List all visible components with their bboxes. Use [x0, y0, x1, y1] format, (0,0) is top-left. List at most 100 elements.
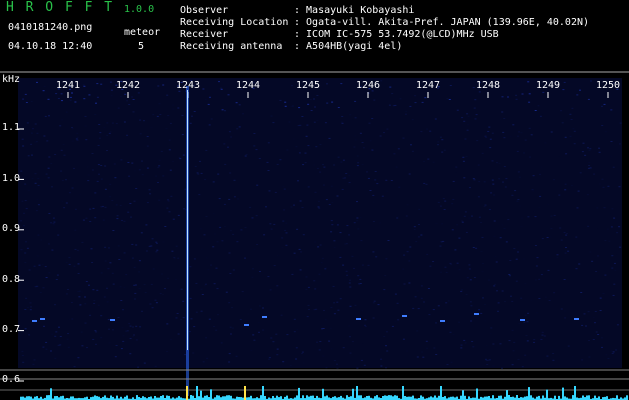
- noise-dot: [372, 194, 375, 196]
- noise-dot: [331, 101, 334, 103]
- noise-dot: [202, 361, 205, 363]
- noise-dot: [90, 248, 93, 250]
- noise-dot: [503, 137, 506, 139]
- noise-dot: [420, 131, 423, 133]
- noise-dot: [379, 135, 382, 137]
- noise-dot: [468, 217, 471, 219]
- noise-dot: [195, 311, 198, 313]
- intensity-bar: [376, 395, 378, 400]
- noise-dot: [467, 124, 469, 126]
- noise-dot: [21, 200, 24, 202]
- noise-dot: [119, 286, 122, 288]
- noise-dot: [426, 253, 429, 255]
- noise-dot: [31, 154, 33, 156]
- noise-dot: [504, 301, 506, 303]
- noise-dot: [269, 289, 272, 291]
- noise-dot: [143, 284, 146, 286]
- noise-dot: [22, 258, 25, 260]
- noise-dot: [175, 278, 177, 280]
- noise-dot: [502, 181, 504, 183]
- noise-dot: [412, 307, 415, 309]
- noise-dot: [371, 149, 374, 151]
- noise-dot: [94, 217, 97, 219]
- noise-dot: [606, 228, 609, 230]
- noise-dot: [469, 301, 472, 303]
- intensity-bar: [286, 395, 288, 400]
- noise-dot: [100, 337, 103, 339]
- noise-dot: [485, 136, 488, 138]
- noise-dot: [157, 166, 160, 168]
- noise-dot: [413, 229, 416, 230]
- noise-dot: [54, 335, 57, 337]
- noise-dot: [155, 175, 158, 177]
- noise-dot: [340, 121, 343, 123]
- intensity-bar: [166, 395, 168, 400]
- noise-dot: [538, 207, 541, 209]
- noise-dot: [250, 349, 253, 351]
- noise-dot: [89, 221, 92, 222]
- noise-dot: [592, 317, 595, 318]
- noise-dot: [37, 204, 40, 206]
- noise-dot: [474, 118, 477, 120]
- noise-dot: [128, 104, 131, 105]
- noise-dot: [85, 217, 88, 219]
- noise-dot: [268, 190, 271, 192]
- noise-dot: [564, 252, 567, 254]
- noise-dot: [354, 100, 357, 102]
- noise-dot: [232, 300, 234, 301]
- noise-dot: [518, 322, 521, 324]
- noise-dot: [123, 286, 126, 288]
- intensity-peak: [440, 386, 442, 400]
- noise-dot: [451, 203, 454, 205]
- noise-dot: [612, 351, 615, 353]
- noise-dot: [128, 175, 131, 177]
- noise-dot: [84, 322, 87, 324]
- noise-dot: [445, 302, 448, 304]
- noise-dot: [588, 149, 591, 151]
- noise-dot: [539, 195, 542, 197]
- noise-dot: [295, 146, 298, 148]
- noise-dot: [55, 93, 58, 95]
- noise-dot: [540, 274, 543, 276]
- noise-dot: [301, 207, 304, 208]
- noise-dot: [322, 328, 325, 329]
- noise-dot: [408, 260, 411, 262]
- y-tick-label: 0.6: [2, 374, 21, 385]
- noise-dot: [197, 173, 200, 175]
- noise-dot: [607, 358, 610, 359]
- noise-dot: [188, 331, 191, 333]
- noise-dot: [262, 329, 265, 331]
- noise-dot: [255, 215, 258, 217]
- noise-dot: [450, 264, 453, 266]
- noise-dot: [293, 252, 296, 254]
- noise-dot: [189, 122, 192, 124]
- noise-dot: [611, 208, 614, 210]
- noise-dot: [588, 356, 591, 358]
- noise-dot: [154, 365, 157, 367]
- noise-dot: [150, 245, 153, 247]
- intensity-bar: [412, 395, 414, 400]
- noise-dot: [403, 283, 406, 285]
- noise-dot: [195, 282, 198, 284]
- noise-dot: [512, 124, 515, 126]
- noise-dot: [79, 194, 81, 195]
- noise-dot: [561, 122, 564, 124]
- noise-dot: [272, 341, 275, 343]
- noise-dot: [452, 198, 455, 200]
- noise-dot: [337, 107, 340, 108]
- noise-dot: [520, 132, 523, 134]
- noise-dot: [24, 93, 27, 95]
- noise-dot: [521, 366, 524, 368]
- noise-dot: [21, 350, 24, 352]
- noise-dot: [126, 121, 128, 122]
- x-tick-label: 1249: [535, 80, 561, 91]
- noise-dot: [611, 267, 614, 269]
- noise-dot: [210, 264, 213, 266]
- noise-dot: [209, 96, 211, 98]
- noise-dot: [98, 124, 101, 125]
- noise-dot: [84, 296, 86, 298]
- noise-dot: [487, 131, 490, 132]
- noise-dot: [416, 290, 419, 292]
- noise-dot: [368, 122, 371, 124]
- noise-dot: [362, 343, 364, 344]
